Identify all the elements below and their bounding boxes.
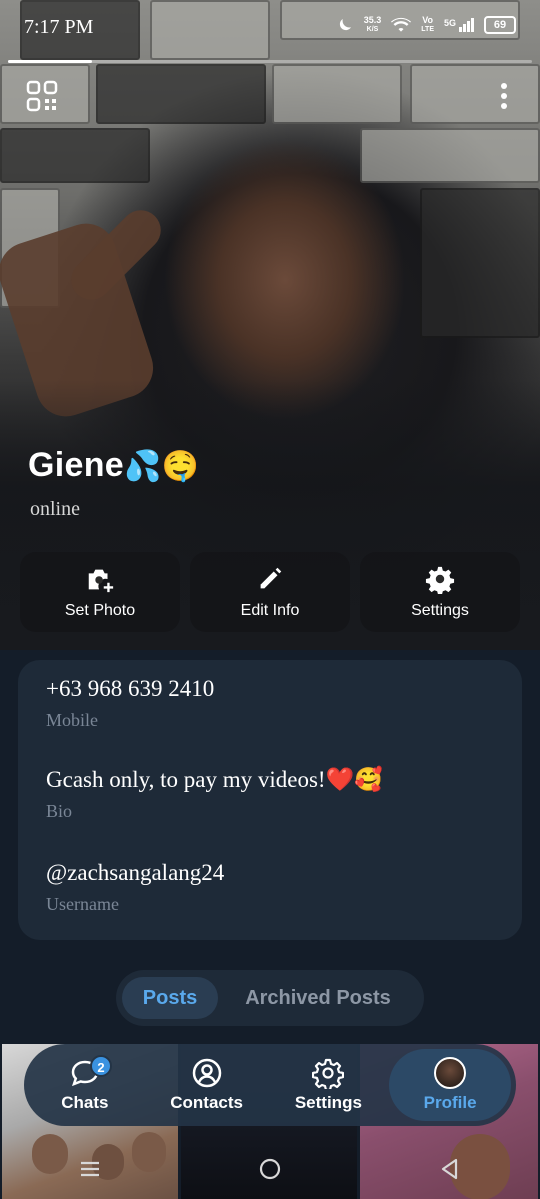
bio-row[interactable]: Gcash only, to pay my videos!❤️🥰 Bio [46,766,383,822]
network-speed: 35.3 K/S [363,15,382,34]
gear-icon [425,566,455,594]
status-time: 7:17 PM [24,16,94,38]
presence-status: online [30,498,80,520]
bio-label: Bio [46,801,73,821]
recents-icon[interactable] [76,1155,104,1183]
avatar [434,1057,467,1089]
profile-photo[interactable]: 7:17 PM 35.3 K/S Vo LTE 5G 69 Giene💦🤤 on… [0,0,540,650]
set-photo-label: Set Photo [64,602,136,619]
settings-label: Settings [411,602,469,619]
nav-contacts-label: Contacts [170,1093,243,1112]
nav-profile-label: Profile [423,1093,477,1112]
nav-chats-label: Chats [61,1093,109,1112]
gear-icon [312,1058,345,1089]
phone-label: Mobile [46,710,98,730]
system-navigation-bar [0,1138,540,1199]
chats-unread-badge: 2 [90,1055,112,1077]
wifi-icon [391,17,412,32]
username-text: @zachsangalang24 [46,860,225,885]
moon-icon [339,19,351,31]
story-progress-track [8,60,532,63]
posts-tabs: Posts Archived Posts [116,970,424,1026]
phone-row[interactable]: +63 968 639 2410 Mobile [46,676,214,731]
phone-number: +63 968 639 2410 [46,676,215,701]
bio-text: Gcash only, to pay my videos!❤️🥰 [46,767,383,792]
edit-info-label: Edit Info [240,602,300,619]
status-icons: 35.3 K/S Vo LTE 5G 69 [336,16,516,34]
nav-settings[interactable]: Settings [268,1049,390,1121]
more-vertical-icon [501,83,507,109]
qr-code-icon [26,80,58,112]
qr-code-button[interactable] [26,80,58,112]
edit-info-button[interactable]: Edit Info [190,552,350,632]
nav-settings-label: Settings [294,1093,362,1112]
username-row[interactable]: @zachsangalang24 Username [46,860,224,915]
nav-chats[interactable]: 2 Chats [24,1049,146,1121]
battery-icon: 69 [484,16,516,34]
status-bar: 7:17 PM 35.3 K/S Vo LTE 5G 69 [0,0,540,56]
camera-add-icon [88,569,114,593]
bottom-navigation: 2 Chats Contacts Settings Profile [24,1044,516,1126]
signal-icon: 5G [444,18,474,32]
profile-actions: Set Photo Edit Info Settings [20,552,520,632]
tab-archived-posts[interactable]: Archived Posts [218,977,418,1019]
person-circle-icon [192,1058,221,1088]
tab-posts[interactable]: Posts [122,977,218,1019]
pencil-icon [260,567,282,589]
profile-info-card: +63 968 639 2410 Mobile Gcash only, to p… [18,660,522,940]
username-label: Username [46,894,119,914]
profile-name: Giene💦🤤 [28,446,200,484]
nav-profile[interactable]: Profile [389,1049,511,1121]
back-icon[interactable] [436,1155,464,1183]
home-icon[interactable] [256,1155,284,1183]
settings-button[interactable]: Settings [360,552,520,632]
nav-contacts[interactable]: Contacts [146,1049,268,1121]
set-photo-button[interactable]: Set Photo [20,552,180,632]
volte-indicator: Vo LTE [421,15,434,34]
more-options-button[interactable] [492,80,516,112]
story-progress-fill [8,60,92,63]
